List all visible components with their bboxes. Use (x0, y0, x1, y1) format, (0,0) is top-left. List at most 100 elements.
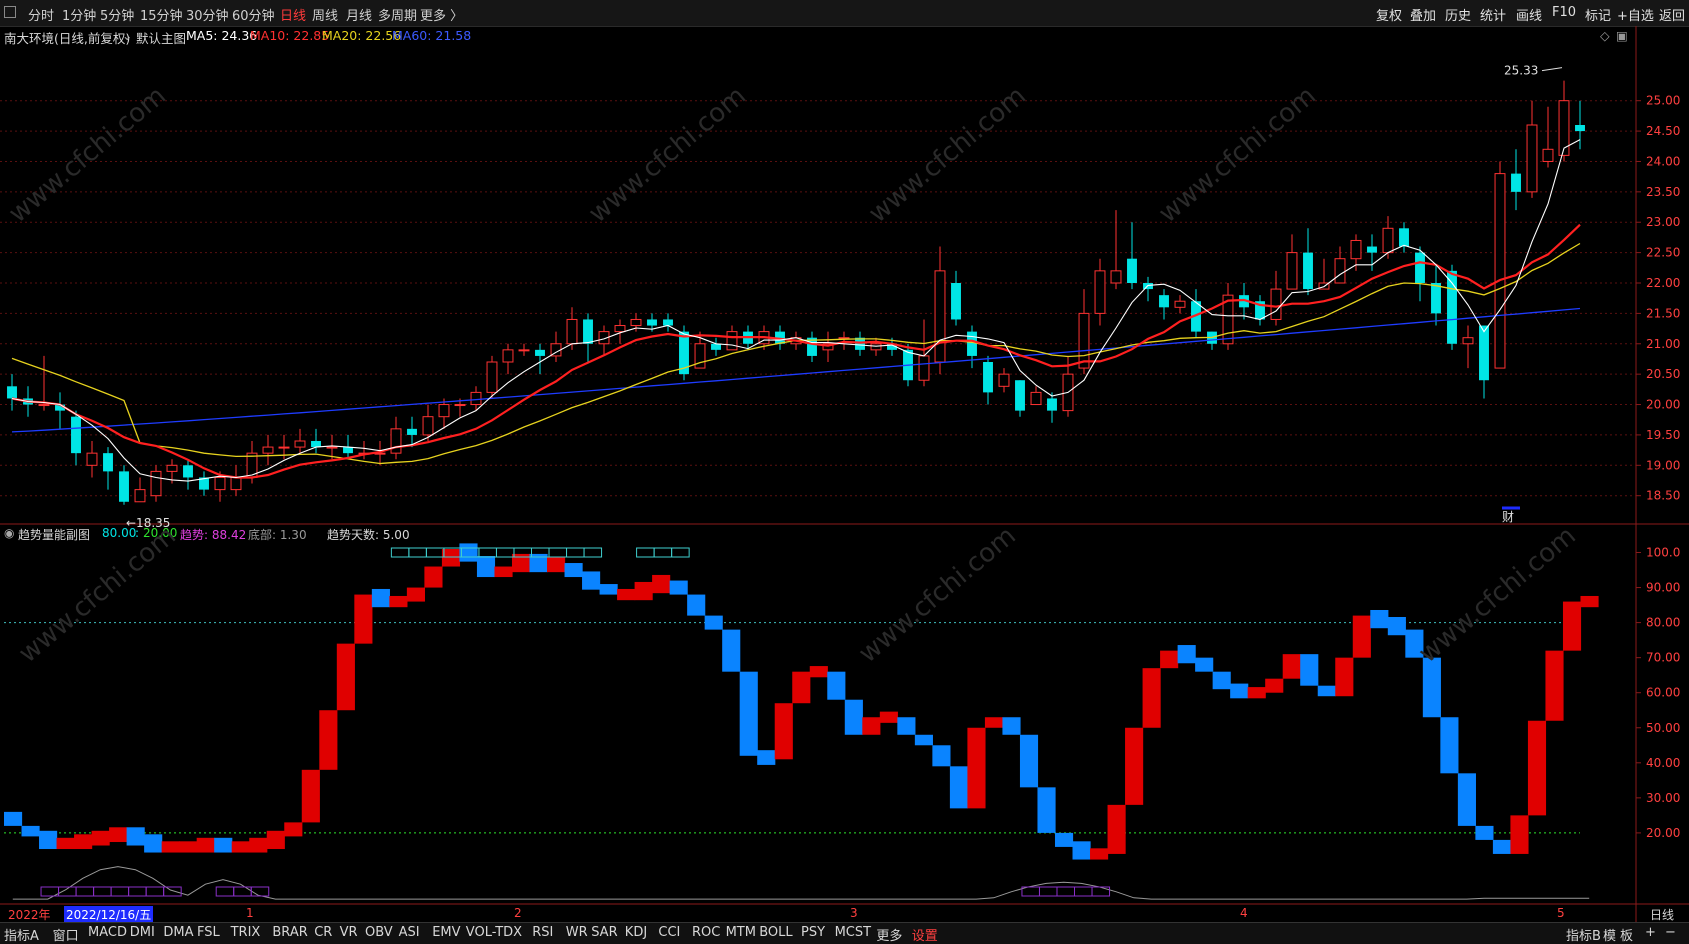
candle-up (278, 446, 290, 449)
trend-bar-up (879, 711, 898, 723)
candle-up (454, 404, 466, 407)
candle-down (983, 362, 993, 393)
top-signal-box (408, 547, 427, 558)
trend-bar-down (476, 556, 496, 578)
indicator-tab-4[interactable]: DMA (163, 925, 193, 940)
indicator-tab-25[interactable]: 设置 (912, 925, 938, 944)
candle-down (407, 428, 417, 435)
top-signal-box (636, 547, 655, 558)
indicator-tab-21[interactable]: BOLL (759, 925, 792, 940)
candle-up (1382, 227, 1394, 254)
indicator-tab-12[interactable]: EMV (432, 925, 460, 940)
indicator-tab-24[interactable]: 更多 (876, 925, 902, 944)
indicator-tab-3[interactable]: DMI (130, 925, 155, 940)
trend-bar-up (494, 566, 513, 578)
trend-bar-up (56, 837, 75, 850)
bottom-right-button-3[interactable]: + (1645, 925, 1656, 940)
trend-bar-up (862, 717, 881, 735)
candle-up (230, 476, 242, 491)
trend-bar-down (1054, 832, 1074, 847)
trend-bar-down (949, 766, 969, 809)
y-tick-label: 90.00 (1646, 581, 1680, 595)
indicator-tab-17[interactable]: KDJ (625, 925, 647, 940)
candle-up (630, 318, 642, 327)
trend-bar-up (547, 557, 566, 573)
indicator-tab-23[interactable]: MCST (835, 925, 872, 940)
y-tick-label: 24.50 (1646, 124, 1680, 138)
bottom-right-button-0[interactable]: 指标B (1566, 925, 1601, 944)
trend-bar-up (441, 549, 461, 567)
bottom-signal-box (1056, 886, 1076, 897)
date-axis: 2022年 2022/12/16/五 1 2 3 4 5 日线 (0, 905, 1674, 923)
high-arrow (1541, 67, 1563, 72)
indicator-tab-20[interactable]: MTM (726, 925, 756, 940)
candle-up (1030, 391, 1042, 406)
trend-bar-down (844, 699, 863, 735)
top-signal-box (671, 547, 690, 558)
bottom-right-button-4[interactable]: − (1665, 925, 1676, 940)
indicator-tab-16[interactable]: SAR (591, 925, 617, 940)
candle-down (1303, 252, 1313, 290)
indicator-tab-9[interactable]: VR (340, 925, 358, 940)
candle-down (1511, 173, 1521, 192)
trend-bar-down (126, 827, 145, 846)
candle-down (967, 331, 977, 356)
trend-bar-down (932, 745, 951, 767)
indicator-tab-14[interactable]: RSI (532, 925, 553, 940)
high-price-label: 25.33 (1504, 64, 1538, 78)
candle-up (1350, 239, 1362, 260)
trend-bar-up (1335, 657, 1354, 697)
trend-bar-up (319, 710, 338, 770)
indicator-tab-2[interactable]: MACD (88, 925, 127, 940)
indicator-tab-10[interactable]: OBV (365, 925, 393, 940)
y-tick-label: 19.00 (1646, 458, 1680, 472)
bottom-right-button-2[interactable]: 板 (1620, 925, 1633, 944)
trend-bar-up (336, 643, 355, 711)
low-price-label: ←18.35 (126, 516, 170, 530)
month-label-2: 2 (514, 906, 522, 920)
period-label[interactable]: 日线 (1650, 906, 1674, 923)
bottom-signal-box (250, 886, 270, 897)
trend-bar-down (21, 825, 40, 837)
bottom-right-button-1[interactable]: 模 (1603, 925, 1616, 944)
candle-up (1558, 100, 1570, 156)
y-tick-label: 19.50 (1646, 428, 1680, 442)
candle-down (1127, 258, 1137, 283)
y-tick-label: 20.00 (1646, 826, 1680, 840)
indicator-tab-22[interactable]: PSY (801, 925, 825, 940)
candle-up (262, 446, 274, 454)
trend-bar-up (617, 588, 636, 601)
trend-bar-up (231, 841, 250, 853)
indicator-tab-11[interactable]: ASI (399, 925, 420, 940)
indicator-tab-18[interactable]: CCI (658, 925, 680, 940)
indicator-tab-7[interactable]: BRAR (272, 925, 307, 940)
stock-chart[interactable]: 25.00 24.50 24.00 23.50 23.00 22.50 22.00 21.50… (0, 0, 1689, 943)
trend-bar-down (1002, 717, 1021, 735)
trend-bar-up (179, 841, 198, 853)
indicator-tab-15[interactable]: WR (566, 925, 588, 940)
bottom-signal-box (215, 886, 235, 897)
candle-down (535, 349, 545, 356)
candle-up (166, 464, 178, 472)
top-signal-box (478, 547, 497, 558)
top-signal-box (653, 547, 673, 558)
indicator-tab-13[interactable]: VOL-TDX (466, 925, 522, 940)
trend-bar-down (739, 671, 758, 756)
ma60-line (11, 307, 1581, 433)
candle-up (502, 349, 514, 363)
trend-bar-up (984, 717, 1004, 728)
indicator-tab-0[interactable]: 指标A (4, 925, 39, 944)
trend-bar-down (704, 615, 723, 630)
trend-bar-down (687, 594, 706, 616)
trend-bar-down (144, 834, 163, 853)
indicator-tab-6[interactable]: TRIX (231, 925, 261, 940)
indicator-tab-1[interactable]: 窗口 (53, 925, 79, 944)
indicator-tab-5[interactable]: FSL (197, 925, 220, 940)
candle-down (711, 343, 721, 350)
candle-down (343, 447, 353, 454)
candle-up (470, 391, 482, 406)
indicator-tab-19[interactable]: ROC (692, 925, 720, 940)
indicator-tab-8[interactable]: CR (314, 925, 332, 940)
candle-down (1367, 246, 1377, 253)
trend-bar-up (1562, 601, 1582, 651)
